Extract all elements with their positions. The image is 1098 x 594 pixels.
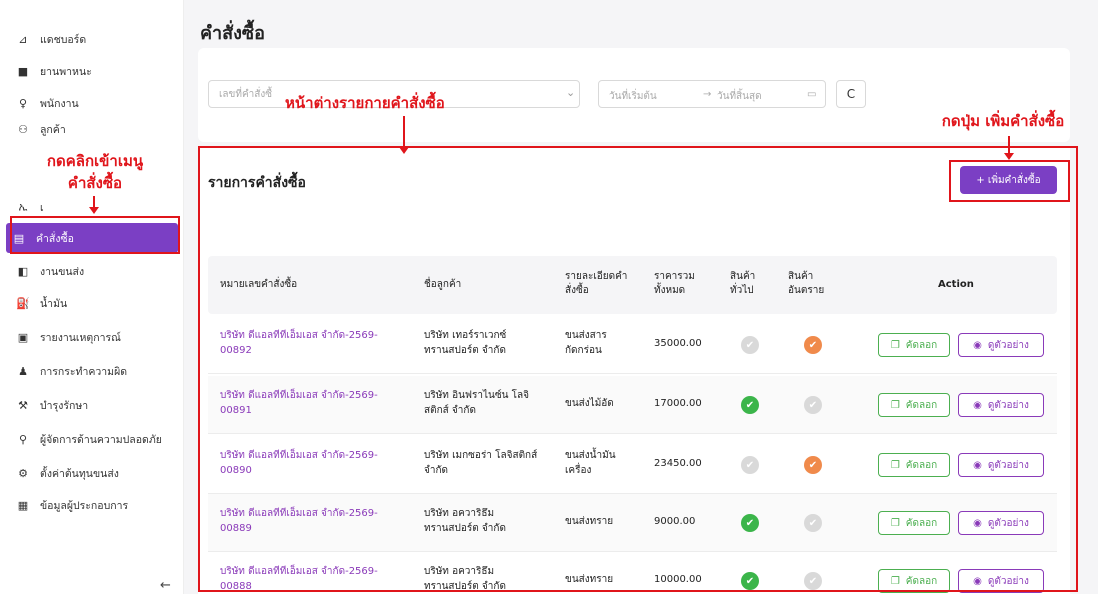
gear-icon: ⚙ (18, 466, 28, 480)
annotation-window-hint: หน้าต่างรายกายคำสั่งซื้อ (285, 94, 445, 112)
user-icon: ♀ (18, 96, 28, 110)
annotation-menu-box (10, 216, 180, 254)
sidebar-item-label: แดชบอร์ด (40, 33, 87, 46)
sidebar-item-label: ผู้จัดการด้านความปลอดภัย (40, 433, 162, 446)
end-date-placeholder: วันที่สิ้นสุด (717, 91, 762, 102)
sidebar-item-deliveries[interactable]: ◧ งานขนส่ง (10, 256, 178, 286)
sidebar-item-fuel[interactable]: ⛽ น้ำมัน (10, 288, 178, 318)
sidebar-item-safety-manager[interactable]: ⚲ ผู้จัดการด้านความปลอดภัย (10, 424, 178, 454)
calendar-icon: ▭ (807, 89, 817, 100)
sidebar-item-label: งานขนส่ง (40, 265, 85, 278)
wrench-icon: ⚒ (18, 398, 28, 412)
sidebar-item-vehicles[interactable]: ■ ยานพาหนะ (10, 56, 178, 86)
annotation-add-hint: กดปุ่ม เพิ่มคำสั่งซื้อ (941, 112, 1065, 130)
safety-manager-icon: ⚲ (18, 432, 28, 446)
sidebar-item-label: ข้อมูลผู้ประกอบการ (40, 499, 129, 512)
collapse-sidebar-icon[interactable]: ← (160, 578, 171, 593)
delivery-icon: ◧ (17, 264, 29, 278)
sidebar-item-label: ตั้งค่าต้นทุนขนส่ง (40, 467, 119, 480)
sidebar-item-label: น้ำมัน (40, 297, 68, 310)
annotation-menu-arrow (89, 196, 99, 214)
date-range-picker[interactable]: วันที่เริ่มต้น → วันที่สิ้นสุด ▭ (598, 80, 826, 108)
sidebar-item-operator-info[interactable]: ▦ ข้อมูลผู้ประกอบการ (10, 490, 178, 520)
order-number-placeholder: เลขที่คำสั่งซื้ (219, 88, 273, 100)
sidebar-item-label: พนักงาน (40, 97, 79, 110)
chevron-down-icon[interactable]: ⌄ (566, 86, 575, 99)
sidebar-item-label: ยานพาหนะ (40, 65, 92, 78)
sidebar-item-label: รายงานเหตุการณ์ (40, 331, 121, 344)
offender-icon: ♟ (18, 364, 28, 378)
sidebar-item-maintenance[interactable]: ⚒ บำรุงรักษา (10, 390, 178, 420)
annotation-menu-hint: กดคลิกเข้าเมนู คำสั่งซื้อ (12, 150, 178, 194)
annotation-menu-hint-line2: คำสั่งซื้อ (67, 174, 123, 192)
page-title: คำสั่งซื้อ (200, 23, 265, 44)
chart-icon: ⊿ (18, 32, 28, 46)
start-date-placeholder: วันที่เริ่มต้น (609, 91, 657, 102)
building-icon: ▦ (17, 498, 29, 512)
users-icon: ⚇ (18, 122, 28, 136)
truck-icon: ■ (17, 64, 29, 78)
annotation-add-arrow (1004, 136, 1014, 160)
sidebar-item-employees[interactable]: ♀ พนักงาน (10, 88, 178, 118)
annotation-menu-hint-line1: กดคลิกเข้าเมนู (46, 152, 144, 170)
sidebar: ⊿ แดชบอร์ด ■ ยานพาหนะ ♀ พนักงาน ⚇ ลูกค้า… (0, 0, 184, 594)
report-icon: ▣ (17, 330, 29, 344)
reset-filter-button[interactable]: C (836, 80, 866, 108)
sidebar-item-incidents[interactable]: ▣ รายงานเหตุการณ์ (10, 322, 178, 352)
sidebar-item-label: ลูกค้า (40, 123, 66, 136)
range-arrow-icon: → (703, 89, 712, 100)
sidebar-item-label: การกระทำความผิด (40, 365, 128, 378)
annotation-add-box (949, 160, 1070, 202)
sidebar-item-label: เ (40, 201, 44, 214)
sidebar-item-transport-cost[interactable]: ⚙ ตั้งค่าต้นทุนขนส่ง (10, 458, 178, 488)
route-icon: ኢ (18, 200, 28, 213)
fuel-icon: ⛽ (16, 296, 30, 310)
sidebar-item-offenses[interactable]: ♟ การกระทำความผิด (10, 356, 178, 386)
sidebar-item-label: บำรุงรักษา (40, 399, 89, 412)
sidebar-item-dashboard[interactable]: ⊿ แดชบอร์ด (10, 24, 178, 54)
annotation-window-box (198, 146, 1078, 592)
sidebar-item-customers[interactable]: ⚇ ลูกค้า (10, 120, 178, 138)
